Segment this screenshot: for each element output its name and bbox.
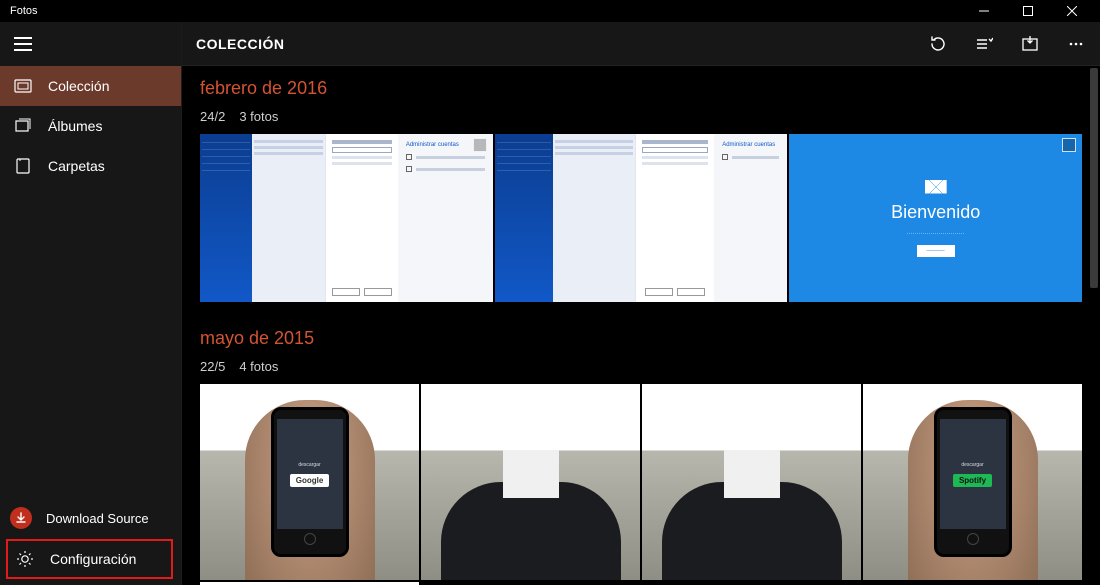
sidebar-item-carpetas[interactable]: Carpetas xyxy=(0,146,181,186)
group-header[interactable]: mayo de 2015 xyxy=(200,328,1082,349)
topbar: COLECCIÓN xyxy=(182,22,1100,66)
selection-checkbox[interactable] xyxy=(1062,138,1076,152)
sidebar: Colección Álbumes Carpetas xyxy=(0,22,182,585)
collection-icon xyxy=(14,77,32,95)
group-header[interactable]: febrero de 2016 xyxy=(200,78,1082,99)
sidebar-item-albumes[interactable]: Álbumes xyxy=(0,106,181,146)
sidebar-item-label: Álbumes xyxy=(48,118,102,134)
scrollbar[interactable] xyxy=(1090,68,1098,583)
photo-thumbnail[interactable]: Bienvenido ·····························… xyxy=(789,134,1082,302)
more-button[interactable] xyxy=(1066,34,1086,54)
scrollbar-thumb[interactable] xyxy=(1090,68,1098,288)
minimize-button[interactable] xyxy=(962,0,1006,22)
photo-thumbnail[interactable]: descargarGoogle xyxy=(200,384,419,580)
photo-scroll-area[interactable]: febrero de 2016 24/2 3 fotos xyxy=(182,66,1088,585)
sidebar-item-coleccion[interactable]: Colección xyxy=(0,66,181,106)
photo-thumbnail[interactable]: descargarSpotify xyxy=(863,384,1082,580)
import-button[interactable] xyxy=(1020,34,1040,54)
sidebar-item-label: Colección xyxy=(48,78,109,94)
blurred-face xyxy=(724,450,780,498)
sidebar-item-label: Carpetas xyxy=(48,158,105,174)
albums-icon xyxy=(14,117,32,135)
page-title: COLECCIÓN xyxy=(196,36,285,52)
photo-thumbnail[interactable]: Administrar cuentas xyxy=(495,134,788,302)
selection-checkbox[interactable] xyxy=(473,138,487,152)
photo-thumbnail[interactable] xyxy=(421,384,640,580)
group-date[interactable]: 24/2 xyxy=(200,109,225,124)
photo-thumbnail[interactable]: Administrar cuentas xyxy=(200,134,493,302)
group-date[interactable]: 22/5 xyxy=(200,359,225,374)
photo-thumbnail[interactable] xyxy=(642,384,861,580)
app-title: Fotos xyxy=(10,5,38,17)
settings-label: Configuración xyxy=(50,551,136,567)
envelope-icon xyxy=(925,180,947,194)
refresh-button[interactable] xyxy=(928,34,948,54)
window-controls xyxy=(962,0,1094,22)
welcome-text: Bienvenido xyxy=(891,202,980,223)
blurred-face xyxy=(503,450,559,498)
window-titlebar: Fotos xyxy=(0,0,1100,22)
gear-icon xyxy=(16,550,34,568)
folders-icon xyxy=(14,157,32,175)
hamburger-menu-button[interactable] xyxy=(14,37,32,51)
sidebar-item-configuracion[interactable]: Configuración xyxy=(6,539,173,579)
download-source-icon xyxy=(10,507,32,529)
sidebar-item-download-source[interactable]: Download Source xyxy=(0,499,181,537)
close-button[interactable] xyxy=(1050,0,1094,22)
download-source-label: Download Source xyxy=(46,511,149,526)
group-count: 3 fotos xyxy=(239,109,278,124)
select-button[interactable] xyxy=(974,34,994,54)
maximize-button[interactable] xyxy=(1006,0,1050,22)
group-count: 4 fotos xyxy=(239,359,278,374)
